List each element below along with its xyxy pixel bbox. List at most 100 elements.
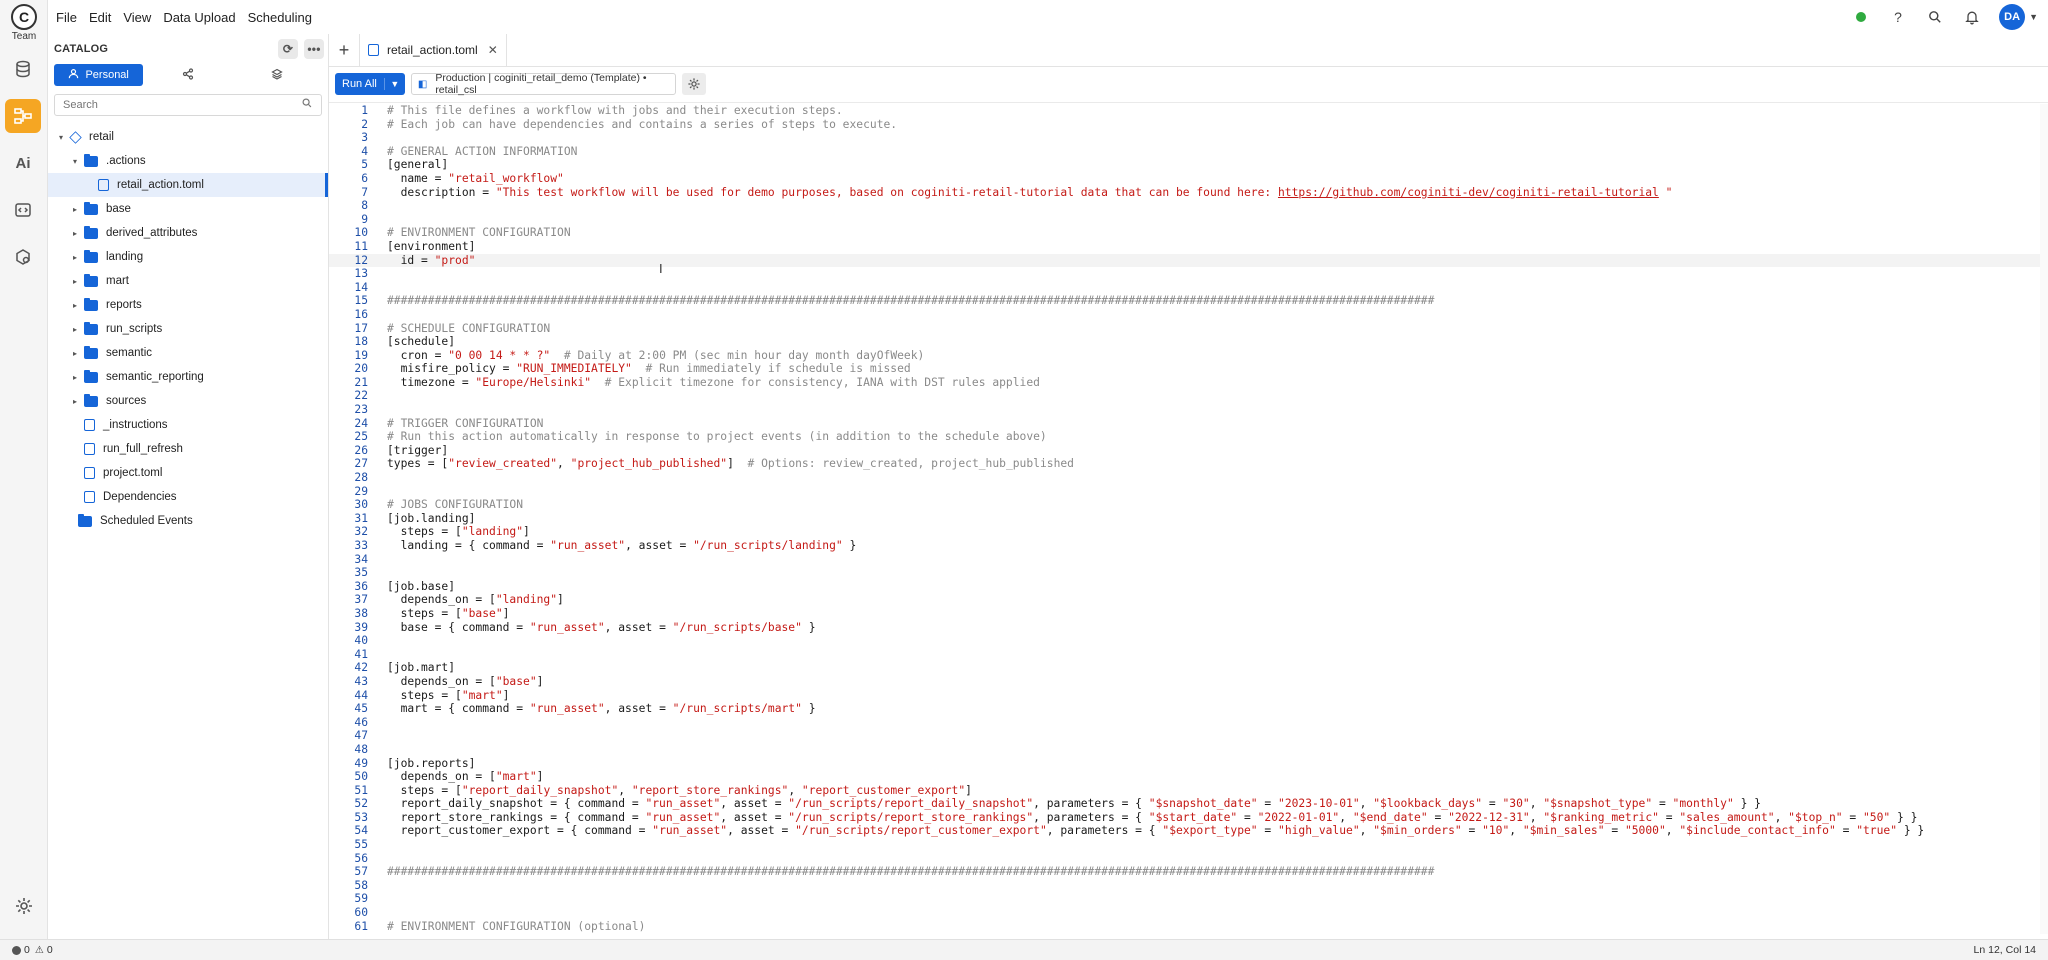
error-icon[interactable] [12, 945, 21, 955]
code-link[interactable]: https://github.com/coginiti-dev/coginiti… [1278, 186, 1659, 199]
app-logo[interactable]: C Team [10, 4, 38, 42]
code-text: , [1665, 824, 1680, 838]
tab-shared[interactable] [143, 64, 232, 86]
refresh-icon[interactable]: ⟳ [278, 39, 298, 59]
tree-item-semantic[interactable]: ▸ semantic [48, 341, 328, 365]
tree-item-retail-action-toml[interactable]: retail_action.toml [48, 173, 328, 197]
chevron-down-icon[interactable]: ▼ [385, 79, 405, 89]
person-icon [68, 68, 79, 82]
code-text: name = [387, 171, 449, 185]
tree-item-instructions[interactable]: _instructions [48, 413, 328, 437]
code-line: 51 steps = ["report_daily_snapshot", "re… [329, 784, 2048, 798]
database-icon[interactable] [5, 52, 41, 86]
help-icon[interactable]: ? [1888, 7, 1908, 27]
caret-right-icon[interactable]: ▸ [70, 397, 80, 406]
tree-item-retail[interactable]: ▾ retail [48, 125, 328, 149]
code-string: "monthly" [1672, 797, 1734, 811]
code-text: ] [536, 674, 544, 688]
chevron-down-icon[interactable]: ▼ [2029, 12, 2038, 22]
code-line: 60 [329, 906, 2048, 920]
caret-right-icon[interactable]: ▸ [70, 325, 80, 334]
caret-right-icon[interactable]: ▸ [70, 277, 80, 286]
line-number: 36 [354, 579, 368, 593]
caret-right-icon[interactable]: ▸ [70, 373, 80, 382]
code-comment: # Options: review_created, project_hub_p… [733, 457, 1074, 471]
code-line: 16 [329, 308, 2048, 322]
menu-edit[interactable]: Edit [89, 10, 111, 25]
icon-rail: C Team Ai [0, 0, 48, 940]
status-bar: 0 ⚠ 0 Ln 12, Col 14 [0, 939, 2048, 960]
caret-down-icon[interactable]: ▾ [70, 157, 80, 166]
tree-item-landing[interactable]: ▸ landing [48, 245, 328, 269]
code-line: 30 # JOBS CONFIGURATION [329, 498, 2048, 512]
caret-down-icon[interactable]: ▾ [56, 133, 66, 142]
code-text: ] [502, 606, 510, 620]
code-text: ] [727, 457, 734, 471]
code-comment: # Explicit timezone for consistency, IAN… [591, 375, 1040, 389]
code-comment: # SCHEDULE CONFIGURATION [387, 321, 551, 335]
code-text: [job.reports] [387, 756, 476, 770]
tree-item-run-full-refresh[interactable]: run_full_refresh [48, 437, 328, 461]
code-editor[interactable]: 1 # This file defines a workflow with job… [329, 104, 2048, 934]
user-avatar[interactable]: DA [1999, 4, 2026, 30]
search-input[interactable] [61, 98, 301, 112]
menu-data-upload[interactable]: Data Upload [163, 10, 235, 25]
more-icon[interactable]: ••• [304, 39, 324, 59]
tree-item-sources[interactable]: ▸ sources [48, 389, 328, 413]
menu-file[interactable]: File [56, 10, 77, 25]
tab-retail-action[interactable]: retail_action.toml ✕ [359, 34, 507, 66]
search-icon[interactable] [301, 96, 315, 114]
tree-item-reports[interactable]: ▸ reports [48, 293, 328, 317]
caret-right-icon[interactable]: ▸ [70, 349, 80, 358]
close-icon[interactable]: ✕ [488, 43, 498, 57]
menu-view[interactable]: View [123, 10, 151, 25]
caret-right-icon[interactable]: ▸ [70, 205, 80, 214]
settings-gear-icon[interactable] [14, 896, 34, 916]
connection-selector[interactable]: ◧ Production | coginiti_retail_demo (Tem… [410, 72, 676, 96]
editor-scrollbar[interactable] [2040, 104, 2048, 934]
models-icon[interactable] [5, 240, 41, 274]
code-line: 22 [329, 389, 2048, 403]
code-text: report_daily_snapshot = { command = [387, 797, 646, 811]
tree-item-project-toml[interactable]: project.toml [48, 461, 328, 485]
gear-icon[interactable] [681, 73, 706, 95]
tree-item-actions[interactable]: ▾ .actions [48, 149, 328, 173]
line-number: 61 [354, 919, 368, 933]
code-text: [schedule] [387, 335, 456, 349]
search-icon[interactable] [1925, 7, 1945, 27]
tab-layers[interactable] [233, 64, 322, 86]
caret-right-icon[interactable]: ▸ [70, 229, 80, 238]
line-number: 33 [354, 539, 368, 552]
tree-item-dependencies[interactable]: Dependencies [48, 485, 328, 509]
code-text: , parameters = { [1033, 810, 1149, 824]
caret-right-icon[interactable]: ▸ [70, 253, 80, 262]
code-string: "/run_scripts/landing" [693, 539, 843, 552]
workflows-icon[interactable] [5, 99, 41, 133]
tree-item-run-scripts[interactable]: ▸ run_scripts [48, 317, 328, 341]
warning-icon[interactable]: ⚠ [35, 945, 44, 956]
tree-item-derived-attributes[interactable]: ▸ derived_attributes [48, 221, 328, 245]
code-text: steps = [ [387, 606, 462, 620]
code-text: , [1339, 810, 1353, 824]
tree-item-label: project.toml [103, 467, 163, 479]
tree-item-semantic-reporting[interactable]: ▸ semantic_reporting [48, 365, 328, 389]
tree-item-base[interactable]: ▸ base [48, 197, 328, 221]
code-line: 13 [329, 267, 2048, 281]
tree-item-scheduled-events[interactable]: Scheduled Events [48, 509, 328, 533]
tab-personal[interactable]: Personal [54, 64, 144, 86]
code-block-icon[interactable] [5, 193, 41, 227]
code-string: "/run_scripts/report_store_rankings" [788, 810, 1034, 824]
ai-icon[interactable]: Ai [5, 146, 41, 180]
add-tab-icon[interactable]: + [329, 34, 359, 66]
tree-item-mart[interactable]: ▸ mart [48, 269, 328, 293]
code-string: "report_store_rankings" [631, 783, 789, 797]
bell-icon[interactable] [1962, 7, 1982, 27]
code-line: 10 # ENVIRONMENT CONFIGURATION [329, 226, 2048, 240]
line-number: 55 [354, 838, 368, 852]
menu-scheduling[interactable]: Scheduling [248, 10, 312, 25]
run-all-button[interactable]: Run All ▼ [335, 73, 405, 95]
code-line: 42 [job.mart] [329, 661, 2048, 675]
caret-right-icon[interactable]: ▸ [70, 301, 80, 310]
code-text: , asset = [604, 702, 673, 716]
code-line: 27 types = ["review_created", "project_hu… [329, 457, 2048, 471]
